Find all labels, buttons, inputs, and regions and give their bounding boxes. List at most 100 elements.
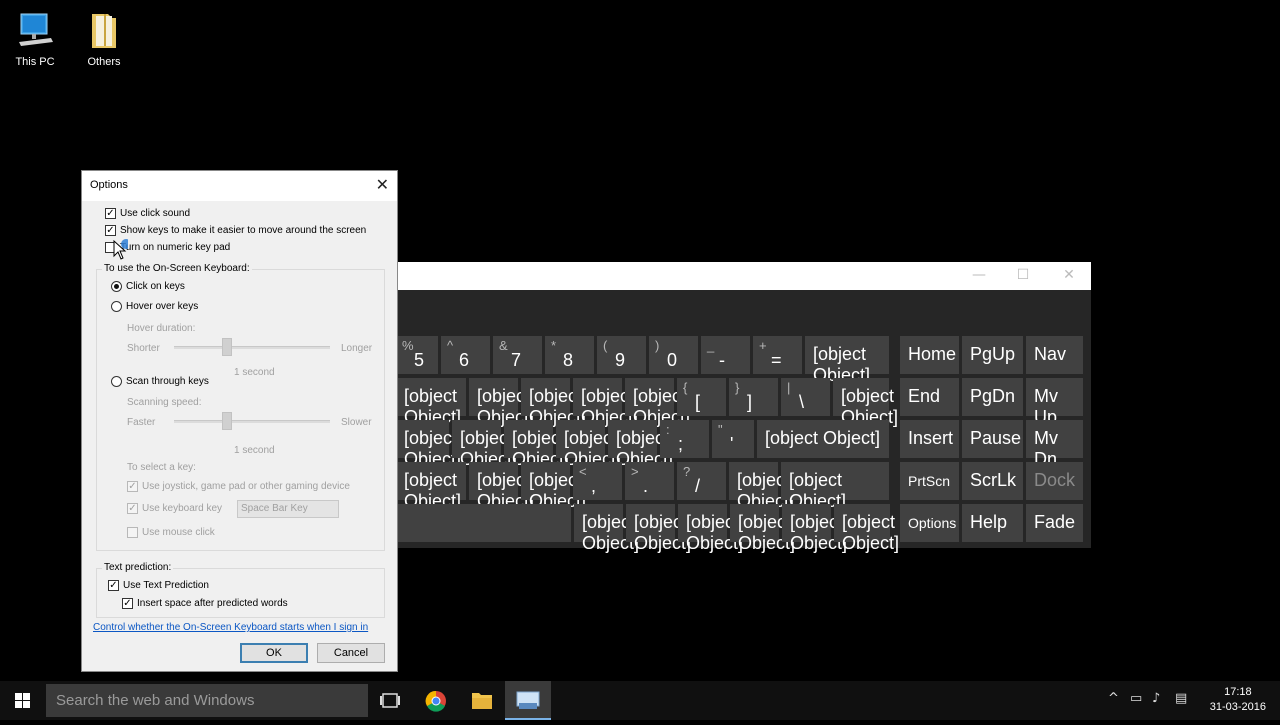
text-prediction-label: Text prediction: (102, 562, 174, 573)
key-label: [object Object] (842, 512, 900, 553)
key-pause[interactable]: Pause (962, 420, 1023, 458)
key-row1-0[interactable]: % 5 (396, 336, 438, 374)
keyboard-key-select[interactable]: Space Bar Key (237, 500, 339, 518)
key-row1-4[interactable]: (9 (597, 336, 646, 374)
insert-space-checkbox[interactable]: ✓ Insert space after predicted words (122, 598, 288, 609)
key-row4-6[interactable]: [object Object] (729, 462, 794, 511)
chrome-taskbar-button[interactable] (413, 681, 459, 720)
use-mouse-click-label: Use mouse click (142, 527, 215, 538)
chevron-up-icon[interactable]: ^ (1108, 691, 1119, 706)
key-row4-2[interactable]: [object Object] (521, 462, 586, 511)
key-options[interactable]: Options (900, 504, 959, 542)
ok-button[interactable]: OK (240, 643, 308, 663)
startup-link[interactable]: Control whether the On-Screen Keyboard s… (93, 622, 368, 633)
clock-time: 17:18 (1224, 686, 1252, 698)
key-row5-0[interactable]: [object Object] (574, 504, 639, 553)
key-row4-4[interactable]: >. (625, 462, 674, 500)
key-label: ScrLk (970, 470, 1017, 490)
start-button[interactable] (0, 681, 46, 720)
clock[interactable]: 17:18 31-03-2016 (1210, 685, 1266, 715)
key-row3-4[interactable]: [object Object] (608, 420, 673, 469)
key-row2-0[interactable]: [object Object] (396, 378, 466, 427)
notifications-icon[interactable]: ▤ (1175, 691, 1187, 706)
scan-through-keys-radio[interactable]: Scan through keys (111, 376, 209, 387)
key-row2-4[interactable]: [object Object] (625, 378, 690, 427)
osk-taskbar-button[interactable] (505, 681, 551, 720)
show-keys-checkbox[interactable]: ✓ Show keys to make it easier to move ar… (105, 225, 366, 236)
maximize-button[interactable]: ☐ (1001, 262, 1045, 290)
use-text-prediction-label: Use Text Prediction (123, 580, 209, 591)
key-pgup[interactable]: PgUp (962, 336, 1023, 374)
scanning-speed-slider[interactable] (174, 420, 330, 423)
key-row5-3[interactable]: [object Object] (730, 504, 795, 553)
key-help[interactable]: Help (962, 504, 1023, 542)
search-box[interactable]: Search the web and Windows (46, 684, 368, 717)
osk-titlebar[interactable]: — ☐ ✕ (396, 262, 1091, 290)
key-prtscn[interactable]: PrtScn (900, 462, 959, 500)
minimize-button[interactable]: — (957, 262, 1001, 290)
hover-duration-slider[interactable] (174, 346, 330, 349)
key-label: End (908, 386, 941, 406)
key-row3-5[interactable]: :; (660, 420, 709, 458)
use-mouse-click-checkbox[interactable]: Use mouse click (127, 527, 215, 538)
key-row4-7[interactable]: [object Object] (781, 462, 889, 511)
key-row2-7[interactable]: | \ (781, 378, 830, 416)
key-row2-5[interactable]: {[ (677, 378, 726, 416)
key-row2-3[interactable]: [object Object] (573, 378, 638, 427)
key-row1-5[interactable]: ) 0 (649, 336, 698, 374)
key-row2-8[interactable]: [object Object] (833, 378, 898, 427)
key-row3-6[interactable]: " ' (712, 420, 754, 458)
cancel-button[interactable]: Cancel (317, 643, 385, 663)
key-row3-0[interactable]: [object Object] (396, 420, 461, 469)
key-row4-3[interactable]: <, (573, 462, 622, 500)
key-row5-4[interactable]: [object Object] (782, 504, 847, 553)
key-row4-1[interactable]: [object Object] (469, 462, 534, 511)
key-spacebar[interactable] (396, 504, 571, 542)
key-row1-7[interactable]: + = (753, 336, 802, 374)
close-button[interactable]: ✕ (1047, 262, 1091, 290)
key-home[interactable]: Home (900, 336, 959, 374)
key-row3-3[interactable]: [object Object] (556, 420, 621, 469)
close-icon[interactable]: ✕ (376, 175, 389, 194)
key-row1-2[interactable]: & 7 (493, 336, 542, 374)
file-explorer-taskbar-button[interactable] (459, 681, 505, 720)
key-mv-up[interactable]: Mv Up (1026, 378, 1083, 427)
key-dock[interactable]: Dock (1026, 462, 1083, 500)
key-insert[interactable]: Insert (900, 420, 959, 458)
key-nav[interactable]: Nav (1026, 336, 1083, 374)
key-row4-5[interactable]: ? / (677, 462, 726, 500)
key-row2-6[interactable]: }] (729, 378, 778, 416)
key-row4-0[interactable]: [object Object] (396, 462, 466, 511)
key-row3-7[interactable]: [object Object] (757, 420, 889, 458)
key-row5-2[interactable]: [object Object] (678, 504, 743, 553)
key-row5-1[interactable]: [object Object] (626, 504, 691, 553)
use-joystick-checkbox[interactable]: ✓ Use joystick, game pad or other gaming… (127, 481, 350, 492)
key-row3-1[interactable]: [object Object] (452, 420, 517, 469)
key-fade[interactable]: Fade (1026, 504, 1083, 542)
key-scrlk[interactable]: ScrLk (962, 462, 1023, 500)
use-text-prediction-checkbox[interactable]: ✓ Use Text Prediction (108, 580, 209, 591)
key-row3-2[interactable]: [object Object] (504, 420, 569, 469)
use-keyboard-key-checkbox[interactable]: ✓ Use keyboard key (127, 503, 222, 514)
desktop-icon-this-pc[interactable]: This PC (0, 8, 70, 68)
key-row2-1[interactable]: [object Object] (469, 378, 534, 427)
hover-over-keys-radio[interactable]: Hover over keys (111, 301, 198, 312)
hover-duration-slider-thumb[interactable] (222, 338, 232, 356)
key-end[interactable]: End (900, 378, 959, 416)
scanning-speed-slider-thumb[interactable] (222, 412, 232, 430)
task-view-button[interactable] (367, 681, 413, 720)
key-pgdn[interactable]: PgDn (962, 378, 1023, 416)
use-click-sound-checkbox[interactable]: ✓ Use click sound (105, 208, 190, 219)
desktop-icon-others[interactable]: Others (69, 8, 139, 68)
key-row1-1[interactable]: ^ 6 (441, 336, 490, 374)
volume-icon[interactable]: ♪ (1152, 691, 1160, 706)
key-row1-3[interactable]: * 8 (545, 336, 594, 374)
key-mv-dn[interactable]: Mv Dn (1026, 420, 1083, 469)
click-on-keys-radio[interactable]: Click on keys (111, 281, 185, 292)
key-backspace[interactable]: [object Object] (805, 336, 889, 385)
key-row2-2[interactable]: [object Object] (521, 378, 586, 427)
checkbox-checked-icon: ✓ (127, 503, 138, 514)
power-icon[interactable]: ▭ (1130, 691, 1142, 706)
key-row5-5[interactable]: [object Object] (834, 504, 899, 553)
key-row1-6[interactable]: _ - (701, 336, 750, 374)
